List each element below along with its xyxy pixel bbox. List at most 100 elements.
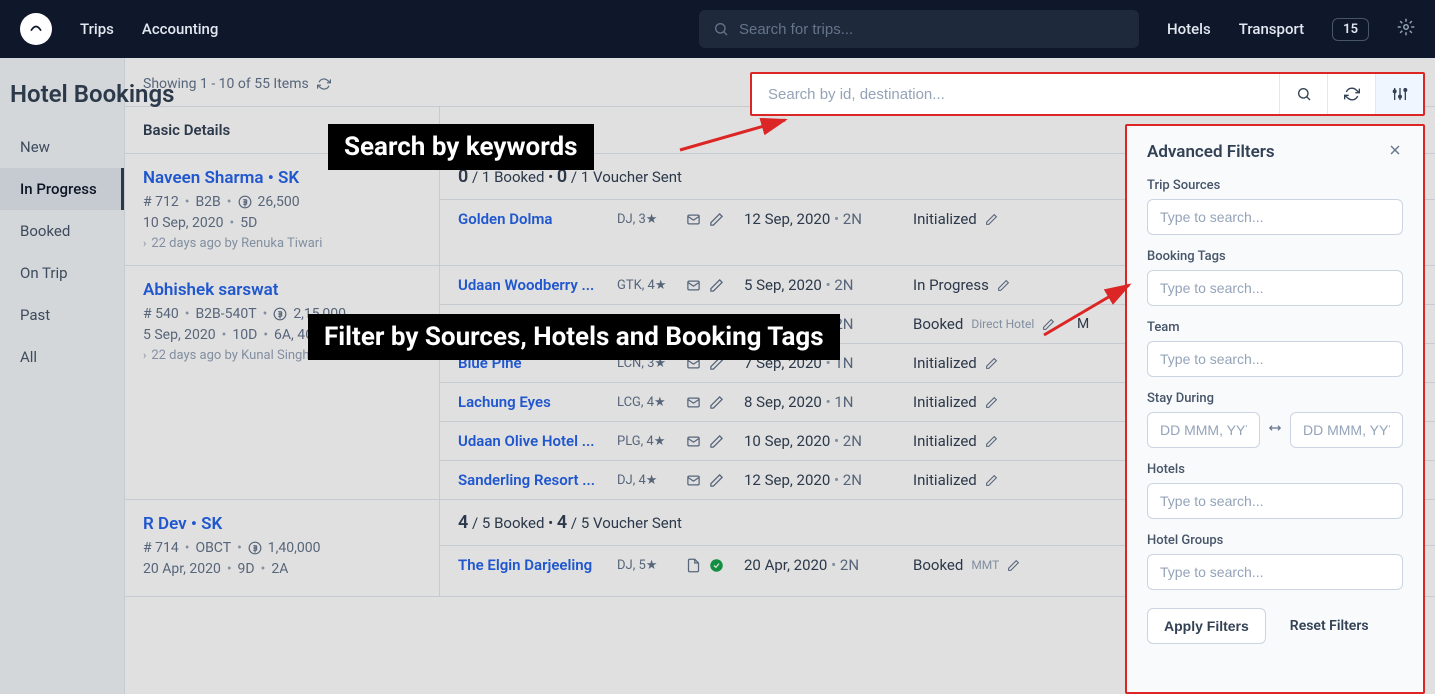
top-nav: Trips Accounting Hotels Transport 15 — [0, 0, 1435, 58]
search-input[interactable] — [752, 86, 1279, 103]
close-icon — [1387, 142, 1403, 158]
edit-icon[interactable] — [1007, 559, 1020, 572]
stay-from-input[interactable] — [1147, 412, 1260, 448]
filters-title: Advanced Filters — [1147, 142, 1275, 162]
nav-accounting[interactable]: Accounting — [142, 20, 218, 38]
booking-date: 5 Sep, 2020 • 2N — [744, 276, 899, 294]
swap-dates-icon[interactable] — [1268, 421, 1282, 439]
edit-icon[interactable] — [985, 213, 998, 226]
guest-name[interactable]: R Dev • SK — [143, 514, 421, 534]
nav-transport[interactable]: Transport — [1239, 20, 1304, 38]
hotel-name[interactable]: Sanderling Resort ... — [458, 471, 603, 489]
booking-tags-label: Booking Tags — [1147, 249, 1403, 264]
refresh-icon — [1344, 86, 1360, 102]
hotel-meta: GTK, 4★ — [617, 278, 672, 293]
settings-button[interactable] — [1397, 18, 1415, 40]
guest-name[interactable]: Abhishek sarswat — [143, 280, 421, 300]
edit-icon[interactable] — [709, 212, 724, 227]
booking-status: Booked Direct Hotel — [913, 315, 1063, 333]
annotation-arrow — [680, 120, 800, 164]
booking-date: 10 Sep, 2020 • 2N — [744, 432, 899, 450]
booking-status: Booked MMT — [913, 556, 1063, 574]
reset-filters-button[interactable]: Reset Filters — [1290, 618, 1369, 634]
gear-icon — [1397, 18, 1415, 36]
guest-name[interactable]: Naveen Sharma • SK — [143, 168, 421, 188]
filters-toggle-button[interactable] — [1375, 74, 1423, 114]
sidebar-item-new[interactable]: New — [0, 126, 124, 168]
stay-to-input[interactable] — [1290, 412, 1403, 448]
edit-icon[interactable] — [997, 279, 1010, 292]
close-filters-button[interactable] — [1387, 142, 1403, 162]
mail-icon[interactable] — [686, 473, 701, 488]
hotel-name[interactable]: Golden Dolma — [458, 210, 603, 228]
hotel-groups-input[interactable] — [1147, 554, 1403, 590]
booking-status: Initialized — [913, 432, 1063, 450]
team-input[interactable] — [1147, 341, 1403, 377]
page-title: Hotel Bookings — [10, 80, 174, 108]
booking-tags-input[interactable] — [1147, 270, 1403, 306]
annotation-search: Search by keywords — [328, 124, 594, 170]
trip-sources-label: Trip Sources — [1147, 178, 1403, 193]
hotel-name[interactable]: Udaan Woodberry ... — [458, 276, 603, 294]
search-submit-button[interactable] — [1279, 74, 1327, 114]
nav-hotels[interactable]: Hotels — [1167, 20, 1211, 38]
team-label: Team — [1147, 320, 1403, 335]
sidebar-item-booked[interactable]: Booked — [0, 210, 124, 252]
basic-details-cell[interactable]: Abhishek sarswat# 540 • B2B-540T • 2,15,… — [125, 266, 440, 499]
hotels-input[interactable] — [1147, 483, 1403, 519]
hotel-meta: DJ, 5★ — [617, 558, 672, 573]
document-icon[interactable] — [686, 558, 701, 573]
global-search[interactable] — [699, 10, 1139, 48]
edit-icon[interactable] — [709, 473, 724, 488]
check-circle-icon — [709, 558, 724, 573]
status-sidebar: New In Progress Booked On Trip Past All — [0, 58, 125, 694]
mail-icon[interactable] — [686, 434, 701, 449]
nav-trips[interactable]: Trips — [80, 20, 114, 38]
refresh-button[interactable] — [1327, 74, 1375, 114]
hotel-meta: PLG, 4★ — [617, 434, 672, 449]
booking-date: 12 Sep, 2020 • 2N — [744, 471, 899, 489]
booking-status: In Progress — [913, 276, 1063, 294]
edit-icon[interactable] — [985, 357, 998, 370]
nav-notification-badge[interactable]: 15 — [1332, 18, 1369, 41]
advanced-filters-panel: Advanced Filters Trip Sources Booking Ta… — [1125, 124, 1425, 694]
global-search-input[interactable] — [739, 21, 1125, 38]
booking-status: Initialized — [913, 393, 1063, 411]
mail-icon[interactable] — [686, 395, 701, 410]
edit-icon[interactable] — [985, 435, 998, 448]
app-logo[interactable] — [20, 13, 52, 45]
sidebar-item-past[interactable]: Past — [0, 294, 124, 336]
search-icon — [713, 21, 729, 37]
edit-icon[interactable] — [985, 396, 998, 409]
stay-during-label: Stay During — [1147, 391, 1403, 406]
basic-details-cell[interactable]: Naveen Sharma • SK# 712 • B2B • 26,50010… — [125, 154, 440, 265]
sidebar-item-on-trip[interactable]: On Trip — [0, 252, 124, 294]
hotel-groups-label: Hotel Groups — [1147, 533, 1403, 548]
booking-status: Initialized — [913, 471, 1063, 489]
edit-icon[interactable] — [709, 278, 724, 293]
edit-icon[interactable] — [709, 434, 724, 449]
hotel-name[interactable]: Lachung Eyes — [458, 393, 603, 411]
apply-filters-button[interactable]: Apply Filters — [1147, 608, 1266, 644]
annotation-filters: Filter by Sources, Hotels and Booking Ta… — [308, 314, 840, 360]
search-icon — [1296, 86, 1312, 102]
refresh-icon[interactable] — [317, 77, 331, 91]
hotel-name[interactable]: Udaan Olive Hotel ... — [458, 432, 603, 450]
trip-sources-input[interactable] — [1147, 199, 1403, 235]
edit-icon[interactable] — [985, 474, 998, 487]
booking-date: 20 Apr, 2020 • 2N — [744, 556, 899, 574]
booking-date: 12 Sep, 2020 • 2N — [744, 210, 899, 228]
hotel-meta: LCG, 4★ — [617, 395, 672, 410]
sidebar-item-in-progress[interactable]: In Progress — [0, 168, 124, 210]
sidebar-item-all[interactable]: All — [0, 336, 124, 378]
edit-icon[interactable] — [709, 395, 724, 410]
hotels-label: Hotels — [1147, 462, 1403, 477]
search-panel — [750, 72, 1425, 116]
booking-status: Initialized — [913, 354, 1063, 372]
mail-icon[interactable] — [686, 278, 701, 293]
hotel-name[interactable]: The Elgin Darjeeling — [458, 556, 603, 574]
mail-icon[interactable] — [686, 212, 701, 227]
basic-details-cell[interactable]: R Dev • SK# 714 • OBCT • 1,40,00020 Apr,… — [125, 500, 440, 596]
hotel-meta: DJ, 4★ — [617, 473, 672, 488]
hotel-meta: DJ, 3★ — [617, 212, 672, 227]
